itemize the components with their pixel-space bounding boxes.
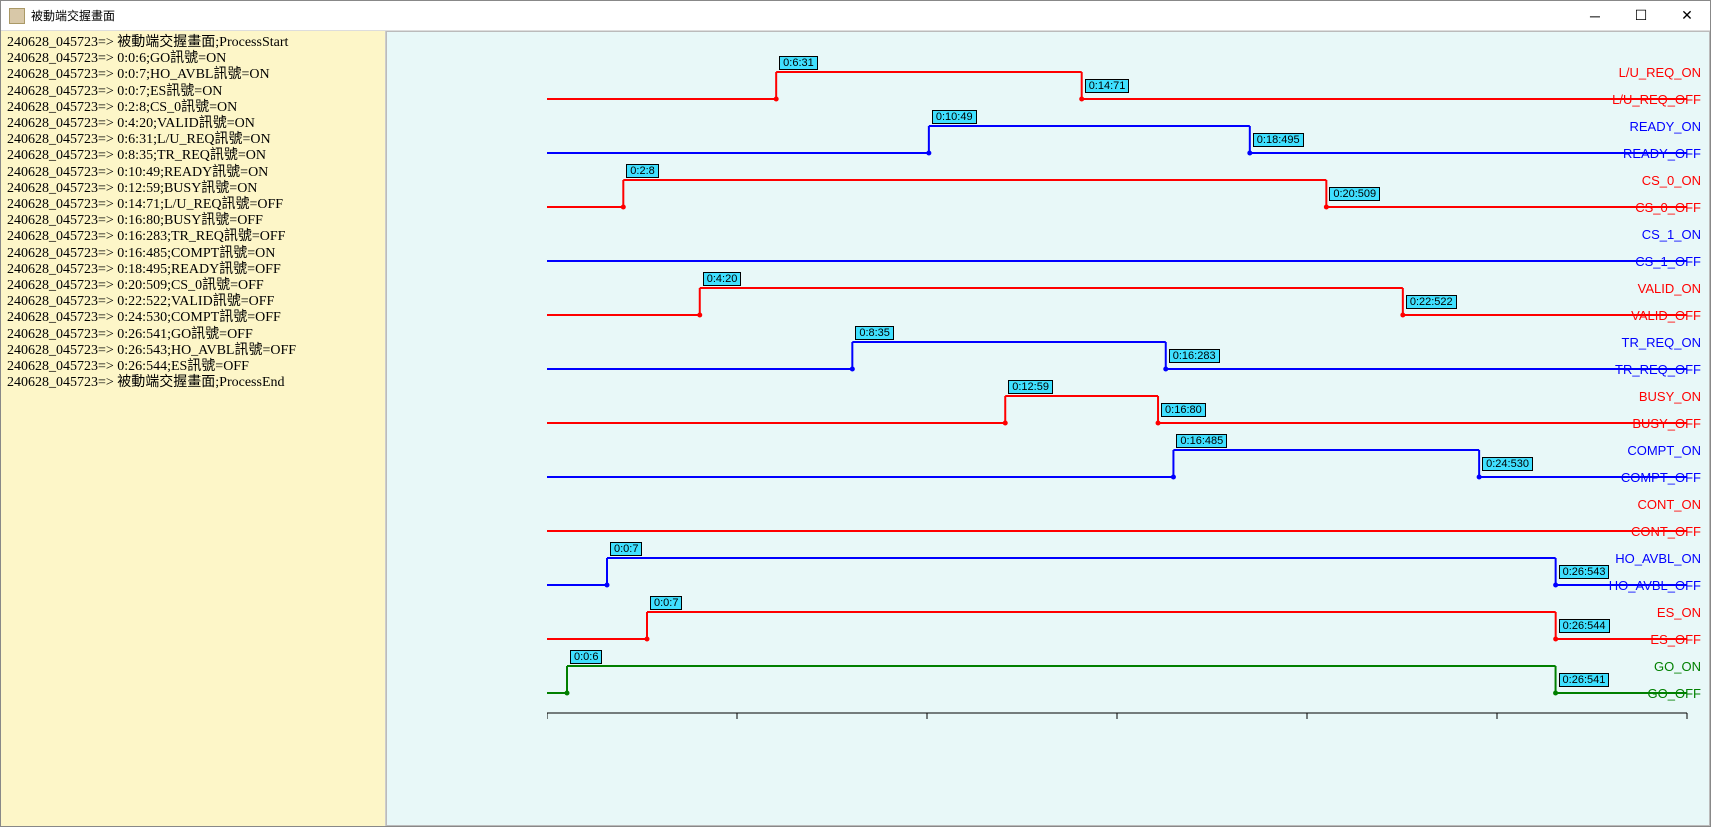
- timestamp-tag: 0:0:7: [610, 542, 642, 556]
- timestamp-tag: 0:12:59: [1008, 380, 1053, 394]
- timestamp-tag: 0:22:522: [1406, 295, 1457, 309]
- window-title: 被動端交握畫面: [31, 7, 1572, 24]
- timestamp-tag: 0:26:544: [1559, 619, 1610, 633]
- window-buttons: ─ ☐ ✕: [1572, 1, 1710, 31]
- timestamp-tag: 0:8:35: [855, 326, 894, 340]
- timestamp-tag: 0:0:6: [570, 650, 602, 664]
- timestamp-tag: 0:16:283: [1169, 349, 1220, 363]
- minimize-button[interactable]: ─: [1572, 1, 1618, 31]
- timestamp-tag: 0:14:71: [1085, 79, 1130, 93]
- timestamp-tag: 0:10:49: [932, 110, 977, 124]
- timestamp-tag: 0:2:8: [626, 164, 658, 178]
- timestamp-tag: 0:6:31: [779, 56, 818, 70]
- timestamp-tag: 0:26:541: [1559, 673, 1610, 687]
- log-panel: 240628_045723=> 被動端交握畫面;ProcessStart 240…: [1, 31, 386, 826]
- app-icon: [9, 8, 25, 24]
- timestamp-tag: 0:24:530: [1482, 457, 1533, 471]
- content-area: 240628_045723=> 被動端交握畫面;ProcessStart 240…: [1, 31, 1710, 826]
- timestamp-tag: 0:4:20: [703, 272, 742, 286]
- titlebar: 被動端交握畫面 ─ ☐ ✕: [1, 1, 1710, 31]
- timestamp-tag: 0:16:80: [1161, 403, 1206, 417]
- timestamp-tag: 0:20:509: [1329, 187, 1380, 201]
- timestamp-tag: 0:16:485: [1176, 434, 1227, 448]
- close-button[interactable]: ✕: [1664, 1, 1710, 31]
- chart-panel: L/U_REQ_ONL/U_REQ_OFFREADY_ONREADY_OFFCS…: [386, 31, 1710, 826]
- timestamp-tag: 0:0:7: [650, 596, 682, 610]
- timeline-svg: [547, 32, 1707, 792]
- maximize-button[interactable]: ☐: [1618, 1, 1664, 31]
- timestamp-tag: 0:26:543: [1559, 565, 1610, 579]
- timestamp-tag: 0:18:495: [1253, 133, 1304, 147]
